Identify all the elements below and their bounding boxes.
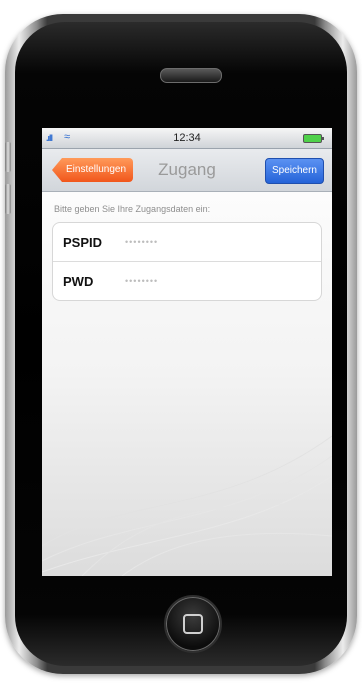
- credentials-group: PSPID PWD: [52, 222, 322, 301]
- pwd-row[interactable]: PWD: [53, 261, 321, 300]
- battery-icon: [303, 134, 324, 143]
- volume-down-button: [5, 184, 11, 214]
- app-screen: .ıll ≈ 12:34 Einstellungen Zugang Speich…: [42, 128, 332, 576]
- home-button[interactable]: [164, 595, 222, 653]
- volume-up-button: [5, 142, 11, 172]
- pspid-label: PSPID: [63, 234, 103, 250]
- pwd-label: PWD: [63, 273, 94, 289]
- home-square-icon: [183, 614, 203, 634]
- save-button[interactable]: Speichern: [264, 158, 324, 184]
- form-hint: Bitte geben Sie Ihre Zugangsdaten ein:: [54, 204, 211, 214]
- background-swirl-decoration: [42, 435, 332, 576]
- earpiece-speaker: [160, 68, 222, 83]
- pspid-row[interactable]: PSPID: [53, 223, 321, 261]
- navigation-bar: Einstellungen Zugang Speichern: [42, 149, 332, 192]
- status-bar: .ıll ≈ 12:34: [42, 128, 332, 149]
- pwd-field[interactable]: [125, 276, 321, 286]
- pspid-field[interactable]: [125, 237, 321, 247]
- status-time: 12:34: [173, 132, 201, 144]
